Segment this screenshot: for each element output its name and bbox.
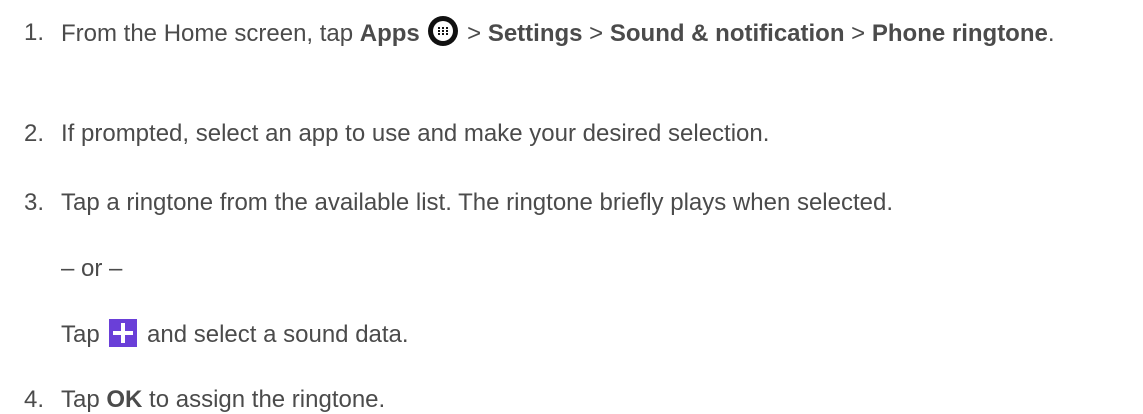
separator: > <box>582 20 610 47</box>
step-number: 4. <box>24 386 45 413</box>
settings-label: Settings <box>487 20 583 47</box>
phone-ringtone-label: Phone ringtone <box>871 20 1048 47</box>
sound-notification-label: Sound & notification <box>609 20 845 47</box>
apps-label: Apps <box>359 20 420 47</box>
ok-label: OK <box>106 386 143 413</box>
step-text: From the Home screen, tap Apps > Setting… <box>61 16 1131 50</box>
step-4-prefix: Tap <box>61 386 107 413</box>
step-number: 2. <box>24 120 45 147</box>
alt-prefix: Tap <box>61 321 107 348</box>
step-number: 3. <box>24 189 45 216</box>
separator: > <box>844 20 872 47</box>
step-text: Tap a ringtone from the available list. … <box>61 189 894 216</box>
alt-suffix: and select a sound data. <box>140 321 409 348</box>
apps-grid-icon <box>428 16 459 46</box>
step-1-prefix: From the Home screen, tap <box>61 20 360 47</box>
or-separator: – or – <box>61 255 123 282</box>
step-text: Tap and select a sound data. <box>61 318 409 351</box>
step-text: If prompted, select an app to use and ma… <box>61 120 770 147</box>
step-4-suffix: to assign the ringtone. <box>142 386 386 413</box>
plus-icon <box>109 319 138 347</box>
step-number: 1. <box>24 19 45 46</box>
step-1-suffix: . <box>1047 20 1055 47</box>
step-text: Tap OK to assign the ringtone. <box>61 383 385 414</box>
separator: > <box>460 20 488 47</box>
